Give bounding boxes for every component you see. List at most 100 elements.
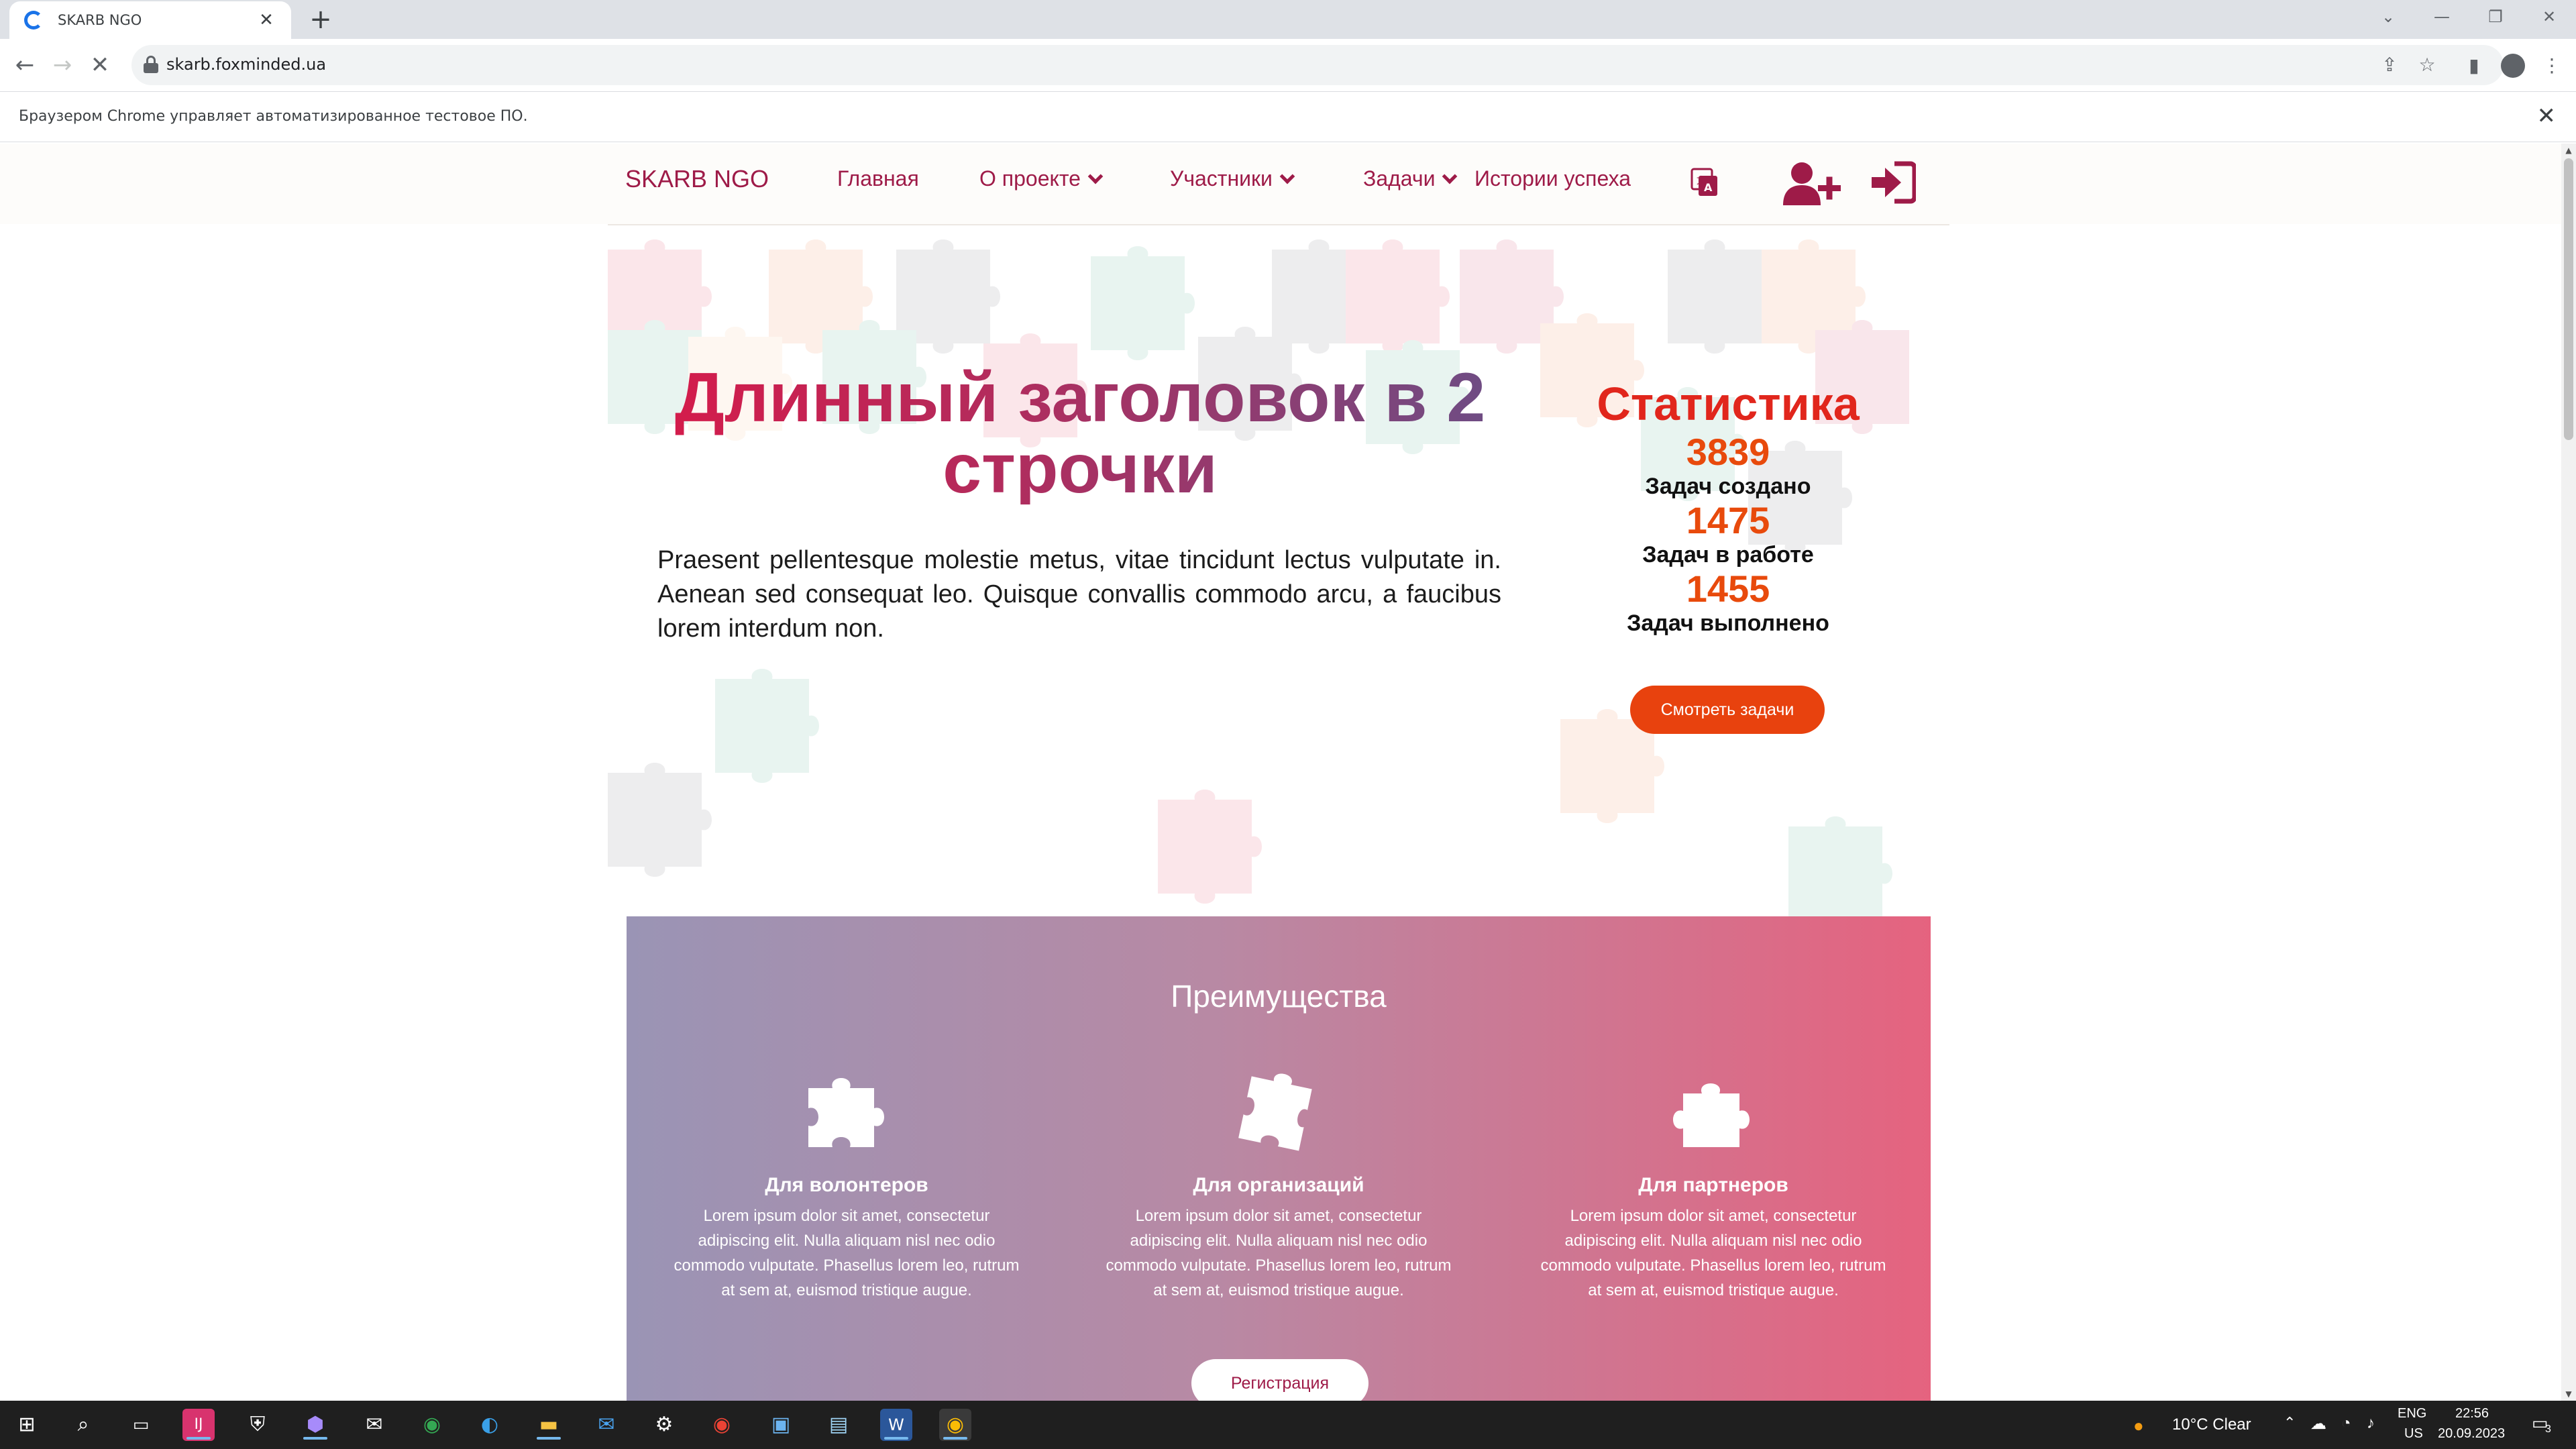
view-tasks-button[interactable]: Смотреть задачи — [1630, 686, 1825, 734]
side-panel-icon[interactable]: ▮ — [2459, 51, 2489, 80]
automation-infobar: Браузером Chrome управляет автоматизиров… — [0, 91, 2576, 142]
site-header: SKARB NGO Главная О проекте Участники За… — [0, 144, 2561, 224]
scroll-up-arrow-icon[interactable]: ▲ — [2561, 144, 2576, 157]
weather-icon[interactable]: ● — [2133, 1415, 2144, 1436]
task-view-icon[interactable]: ▭ — [125, 1409, 157, 1441]
kebab-menu-icon[interactable]: ⋮ — [2537, 51, 2567, 80]
statistics-block: Статистика 3839 Задач создано 1475 Задач… — [1574, 376, 1882, 637]
security-shield-icon[interactable]: ⛨ — [241, 1409, 274, 1441]
mail-app-icon[interactable]: ✉ — [358, 1409, 390, 1441]
profile-avatar[interactable] — [2498, 51, 2528, 80]
stat-in-progress-value: 1475 — [1686, 499, 1770, 541]
advantage-volunteers-title: Для волонтеров — [765, 1174, 928, 1196]
infobar-close-icon[interactable]: ✕ — [2537, 103, 2557, 129]
nav-about-label: О проекте — [979, 166, 1081, 191]
stat-completed-label: Задач выполнено — [1627, 610, 1829, 636]
stat-completed-value: 1455 — [1686, 568, 1770, 610]
advantage-partners-title: Для партнеров — [1638, 1174, 1788, 1196]
lock-icon[interactable] — [144, 56, 158, 73]
outlook-mail-icon[interactable]: ✉ — [590, 1409, 623, 1441]
edge-browser-icon[interactable]: ◐ — [474, 1409, 506, 1441]
file-explorer-icon[interactable]: ▬ — [533, 1409, 565, 1441]
tab-close-icon[interactable]: ✕ — [256, 10, 276, 30]
advantage-partners-text: Lorem ipsum dolor sit amet, consectetur … — [1540, 1207, 1886, 1299]
minimize-window-icon[interactable]: — — [2415, 0, 2469, 34]
url-text[interactable]: skarb.foxminded.ua — [166, 55, 326, 74]
search-icon[interactable]: ⌕ — [67, 1409, 99, 1441]
advantage-organizations: Для организаций Lorem ipsum dolor sit am… — [1097, 1073, 1460, 1303]
advantage-organizations-text: Lorem ipsum dolor sit amet, consectetur … — [1106, 1207, 1452, 1299]
clock-time[interactable]: 22:56 — [2455, 1406, 2489, 1421]
puzzle-piece-icon — [808, 1078, 884, 1147]
notification-count: 3 — [2545, 1424, 2551, 1435]
address-bar[interactable]: skarb.foxminded.ua ⇪ ☆ — [131, 45, 2504, 85]
stop-loading-icon[interactable]: ✕ — [85, 50, 115, 80]
chrome-dev-icon[interactable]: ◉ — [706, 1409, 738, 1441]
bookmark-star-icon[interactable]: ☆ — [2414, 52, 2440, 78]
word-icon[interactable]: W — [880, 1409, 912, 1441]
tab-strip: SKARB NGO ✕ + ⌄ — ❐ ✕ — [0, 0, 2576, 39]
nav-home[interactable]: Главная — [837, 166, 919, 191]
browser-toolbar: ← → ✕ skarb.foxminded.ua ⇪ ☆ ▮ ⋮ — [0, 39, 2576, 91]
chrome-active-icon[interactable]: ◉ — [939, 1409, 971, 1441]
sign-in-icon[interactable] — [1869, 161, 1916, 204]
advantage-organizations-title: Для организаций — [1193, 1174, 1364, 1196]
svg-text:A: A — [1704, 181, 1713, 194]
tab-search-chevron-icon[interactable]: ⌄ — [2361, 0, 2415, 34]
add-user-icon[interactable] — [1782, 160, 1842, 207]
header-divider — [608, 224, 1949, 225]
nav-members[interactable]: Участники — [1170, 166, 1295, 191]
new-tab-button[interactable]: + — [306, 5, 335, 35]
page-scrollbar[interactable]: ▲ ▼ — [2561, 144, 2576, 1401]
stat-created-value: 3839 — [1686, 431, 1770, 473]
site-logo[interactable]: SKARB NGO — [625, 165, 769, 193]
forward-arrow-icon[interactable]: → — [47, 50, 78, 80]
onedrive-cloud-icon[interactable]: ☁ — [2310, 1414, 2326, 1434]
chevron-down-icon — [1279, 168, 1295, 184]
puzzle-piece-icon — [1238, 1073, 1312, 1151]
scrollbar-thumb[interactable] — [2564, 158, 2573, 440]
windows-start-icon[interactable]: ⊞ — [11, 1409, 43, 1441]
nav-about[interactable]: О проекте — [979, 166, 1104, 191]
app-gear-icon[interactable]: ⚙ — [648, 1409, 680, 1441]
nav-members-label: Участники — [1170, 166, 1273, 191]
close-window-icon[interactable]: ✕ — [2522, 0, 2576, 34]
scroll-down-arrow-icon[interactable]: ▼ — [2561, 1387, 2576, 1401]
advantages-title: Преимущества — [1171, 979, 1387, 1014]
nav-success-stories[interactable]: Истории успеха — [1474, 166, 1631, 191]
back-arrow-icon[interactable]: ← — [9, 50, 40, 80]
chrome-icon[interactable]: ◉ — [416, 1409, 448, 1441]
nav-tasks-label: Задачи — [1363, 166, 1436, 191]
browser-tab[interactable]: SKARB NGO ✕ — [9, 1, 291, 39]
share-icon[interactable]: ⇪ — [2376, 52, 2403, 78]
volume-icon[interactable]: ♪ — [2367, 1414, 2375, 1433]
register-button[interactable]: Регистрация — [1191, 1359, 1368, 1401]
profile-icon — [2501, 54, 2525, 78]
statistics-title: Статистика — [1597, 378, 1860, 430]
restore-window-icon[interactable]: ❐ — [2469, 0, 2522, 34]
network-icon[interactable]: ◔ — [2341, 1414, 2351, 1433]
app-hexagon-icon[interactable]: ⬢ — [299, 1409, 331, 1441]
intellij-idea-icon[interactable]: IJ — [182, 1409, 215, 1441]
tab-title: SKARB NGO — [58, 12, 142, 28]
hero-title: Длинный заголовок в 2 строчки — [644, 362, 1516, 504]
tray-chevron-up-icon[interactable]: ⌃ — [2284, 1414, 2296, 1432]
chevron-down-icon — [1442, 168, 1458, 184]
language-indicator-top[interactable]: ENG — [2398, 1406, 2426, 1421]
site-favicon-icon — [24, 11, 43, 30]
notepad-icon[interactable]: ▤ — [822, 1409, 855, 1441]
language-icon[interactable]: 文 A — [1690, 166, 1719, 199]
advantage-volunteers: Для волонтеров Lorem ipsum dolor sit ame… — [665, 1073, 1028, 1303]
stat-created-label: Задач создано — [1645, 474, 1811, 499]
windows-taskbar: ⊞ ⌕ ▭ IJ ⛨ ⬢ ✉ ◉ ◐ ▬ ✉ ⚙ ◉ ▣ ▤ W ◉ ● 10°… — [0, 1401, 2576, 1449]
language-indicator-bottom[interactable]: US — [2404, 1426, 2423, 1442]
advantage-partners: Для партнеров Lorem ipsum dolor sit amet… — [1532, 1073, 1894, 1303]
image-viewer-icon[interactable]: ▣ — [765, 1409, 797, 1441]
clock-date[interactable]: 20.09.2023 — [2438, 1426, 2505, 1442]
chevron-down-icon — [1087, 168, 1104, 184]
page-viewport: SKARB NGO Главная О проекте Участники За… — [0, 144, 2561, 1401]
nav-tasks[interactable]: Задачи — [1363, 166, 1458, 191]
stat-in-progress-label: Задач в работе — [1642, 542, 1814, 568]
weather-text[interactable]: 10°C Clear — [2172, 1415, 2251, 1434]
automation-notice: Браузером Chrome управляет автоматизиров… — [19, 108, 528, 125]
